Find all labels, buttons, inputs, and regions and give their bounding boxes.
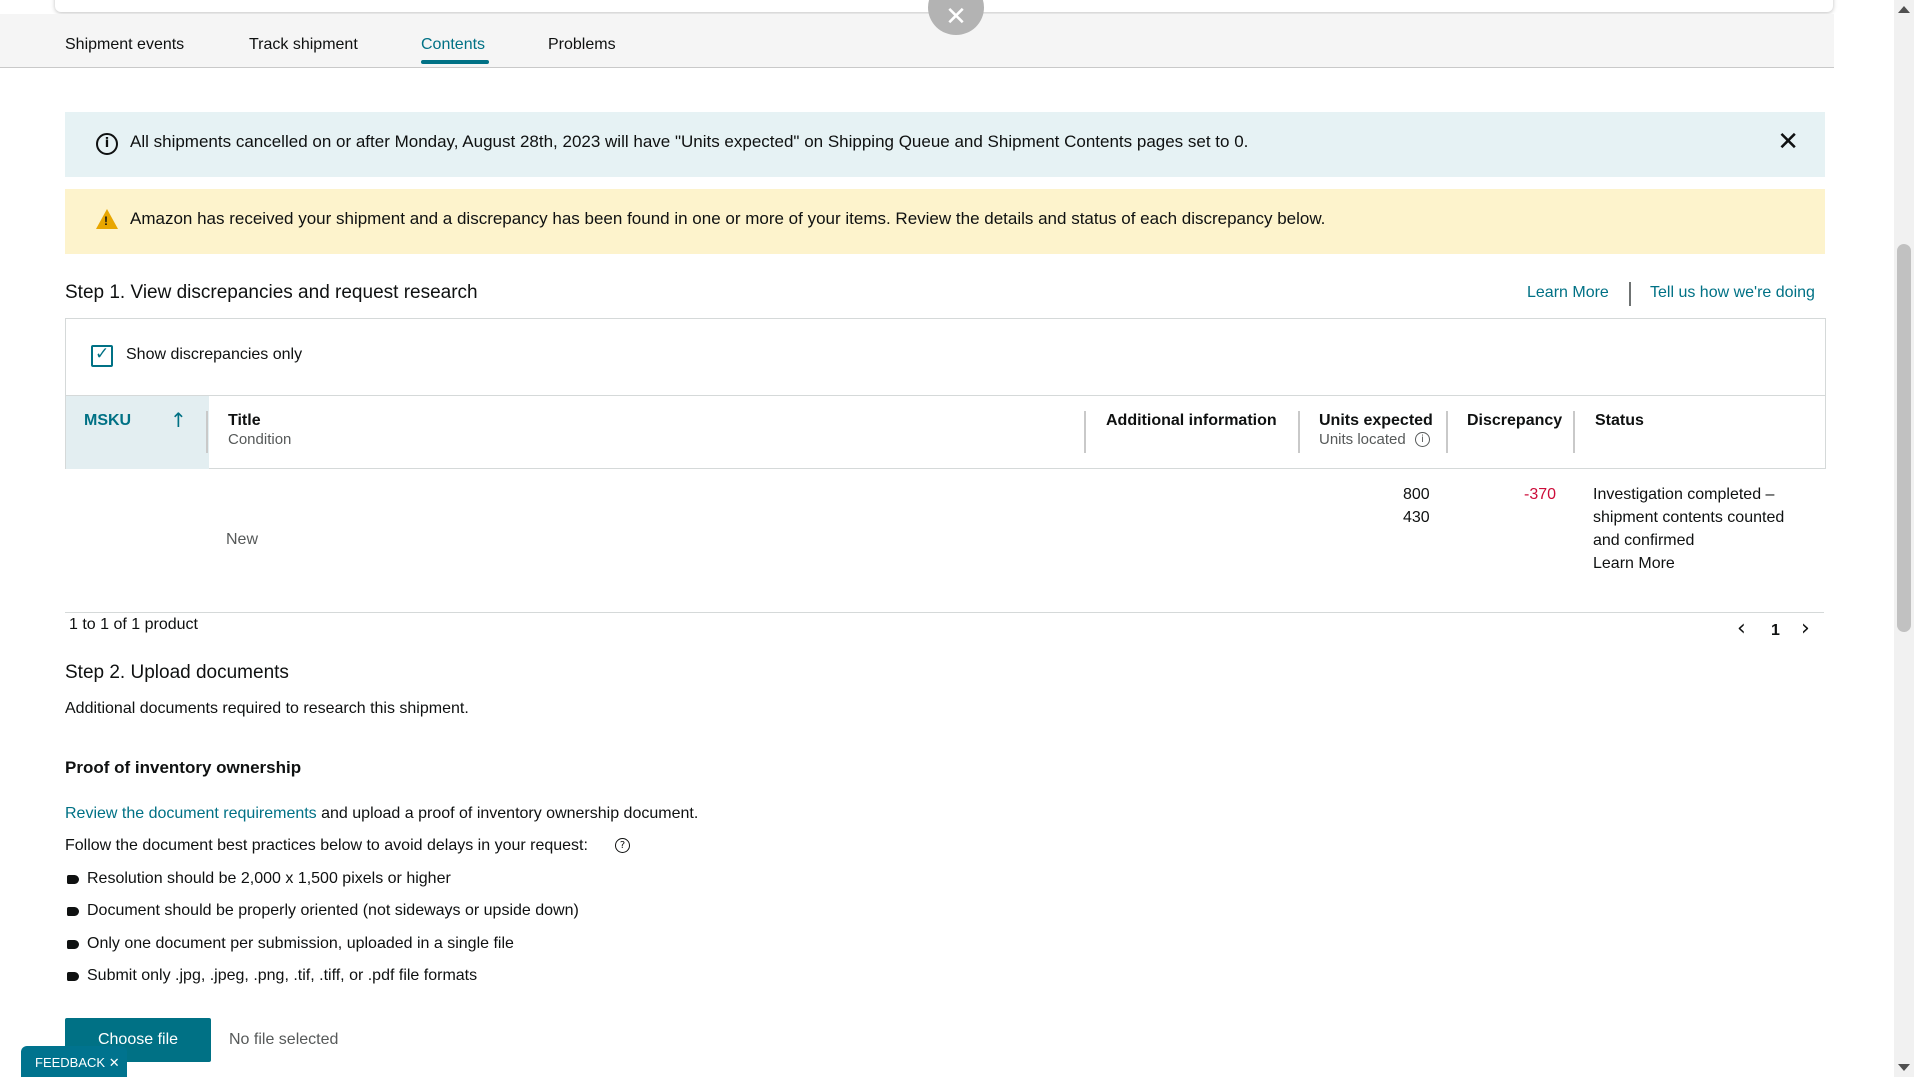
- status-line-1: Investigation completed –: [1593, 486, 1775, 503]
- column-divider: [206, 411, 208, 453]
- tab-problems[interactable]: Problems: [548, 36, 616, 54]
- condition-cell: New: [226, 531, 259, 548]
- table-bottom-divider: [65, 612, 1824, 613]
- column-divider: [1573, 411, 1575, 453]
- best-practice-item: Resolution should be 2,000 x 1,500 pixel…: [87, 870, 451, 887]
- show-discrepancies-label: Show discrepancies only: [126, 346, 303, 363]
- show-discrepancies-checkbox[interactable]: ✓: [91, 344, 113, 367]
- info-icon[interactable]: i: [1415, 432, 1430, 447]
- scroll-up-icon[interactable]: [1898, 6, 1910, 13]
- discrepancy-header: Discrepancy: [1467, 412, 1563, 429]
- status-line-3: and confirmed: [1593, 532, 1695, 549]
- best-practices-intro: Follow the document best practices below…: [65, 837, 588, 855]
- tab-contents[interactable]: Contents: [421, 36, 485, 54]
- scroll-down-icon[interactable]: [1898, 1064, 1910, 1071]
- info-banner: i All shipments cancelled on or after Mo…: [65, 112, 1825, 177]
- title-header: Title: [228, 412, 261, 429]
- learn-more-link[interactable]: Learn More: [1527, 284, 1609, 302]
- best-practice-item: Only one document per submission, upload…: [87, 935, 514, 952]
- requirements-paragraph: Review the document requirements and upl…: [65, 805, 698, 823]
- units-located-subheader: Units located: [1319, 431, 1406, 448]
- warning-icon: !: [96, 209, 118, 229]
- no-file-selected-text: No file selected: [229, 1031, 339, 1048]
- status-line-2: shipment contents counted: [1593, 509, 1785, 526]
- current-page-number[interactable]: 1: [1771, 622, 1780, 640]
- step1-title: Step 1. View discrepancies and request r…: [65, 282, 478, 303]
- msku-column-header[interactable]: MSKU ↑: [66, 396, 209, 469]
- discrepancy-table: ✓ Show discrepancies only MSKU ↑ Title C…: [65, 318, 1826, 469]
- best-practices-intro-text: Follow the document best practices below…: [65, 837, 588, 854]
- next-page-icon[interactable]: ›: [1801, 616, 1810, 641]
- condition-subheader: Condition: [228, 431, 292, 448]
- warning-banner: ! Amazon has received your shipment and …: [65, 189, 1825, 254]
- msku-header-label: MSKU: [84, 412, 132, 429]
- bullet-icon: [67, 875, 79, 884]
- best-practice-item: Submit only .jpg, .jpeg, .png, .tif, .ti…: [87, 967, 478, 984]
- close-icon: ✕: [945, 2, 967, 32]
- additional-info-header: Additional information: [1106, 412, 1277, 429]
- units-expected-cell: 800: [1403, 486, 1430, 503]
- bullet-icon: [67, 972, 79, 981]
- bullet-icon: [67, 907, 79, 916]
- warning-banner-text: Amazon has received your shipment and a …: [130, 209, 1326, 228]
- document-requirements-link[interactable]: Review the document requirements: [65, 805, 317, 822]
- feedback-tab[interactable]: FEEDBACK ✕: [21, 1046, 127, 1077]
- info-icon: i: [96, 133, 118, 155]
- bullet-icon: [67, 940, 79, 949]
- close-icon: ✕: [1777, 127, 1799, 157]
- feedback-link[interactable]: Tell us how we're doing: [1650, 284, 1815, 302]
- tab-track-shipment[interactable]: Track shipment: [249, 36, 358, 54]
- pagination-summary: 1 to 1 of 1 product: [69, 616, 198, 633]
- status-learn-more-link[interactable]: Learn More: [1593, 555, 1675, 573]
- units-located-link[interactable]: 430: [1403, 509, 1430, 527]
- status-header: Status: [1595, 412, 1644, 429]
- dismiss-banner-button[interactable]: ✕: [1777, 127, 1799, 157]
- link-divider: [1629, 282, 1631, 306]
- info-banner-text: All shipments cancelled on or after Mond…: [130, 132, 1249, 151]
- close-icon[interactable]: ✕: [109, 1056, 120, 1071]
- column-divider: [1084, 411, 1086, 453]
- table-header: MSKU ↑ Title Condition Additional inform…: [66, 395, 1825, 469]
- units-expected-header: Units expected: [1319, 412, 1433, 429]
- scrollbar-thumb[interactable]: [1897, 244, 1911, 632]
- step2-title: Step 2. Upload documents: [65, 662, 289, 683]
- step2-description: Additional documents required to researc…: [65, 700, 469, 717]
- checkmark-icon: ✓: [95, 344, 110, 364]
- active-tab-indicator: [421, 60, 489, 64]
- best-practice-item: Document should be properly oriented (no…: [87, 902, 579, 919]
- previous-page-icon[interactable]: ‹: [1737, 616, 1746, 641]
- sort-ascending-icon[interactable]: ↑: [170, 408, 187, 432]
- column-divider: [1446, 411, 1448, 453]
- proof-heading: Proof of inventory ownership: [65, 758, 302, 777]
- requirements-suffix: and upload a proof of inventory ownershi…: [316, 805, 699, 822]
- help-icon[interactable]: ?: [615, 838, 630, 853]
- feedback-label: FEEDBACK: [35, 1055, 106, 1070]
- discrepancy-cell: -370: [1524, 486, 1557, 503]
- tab-shipment-events[interactable]: Shipment events: [65, 36, 184, 54]
- column-divider: [1298, 411, 1300, 453]
